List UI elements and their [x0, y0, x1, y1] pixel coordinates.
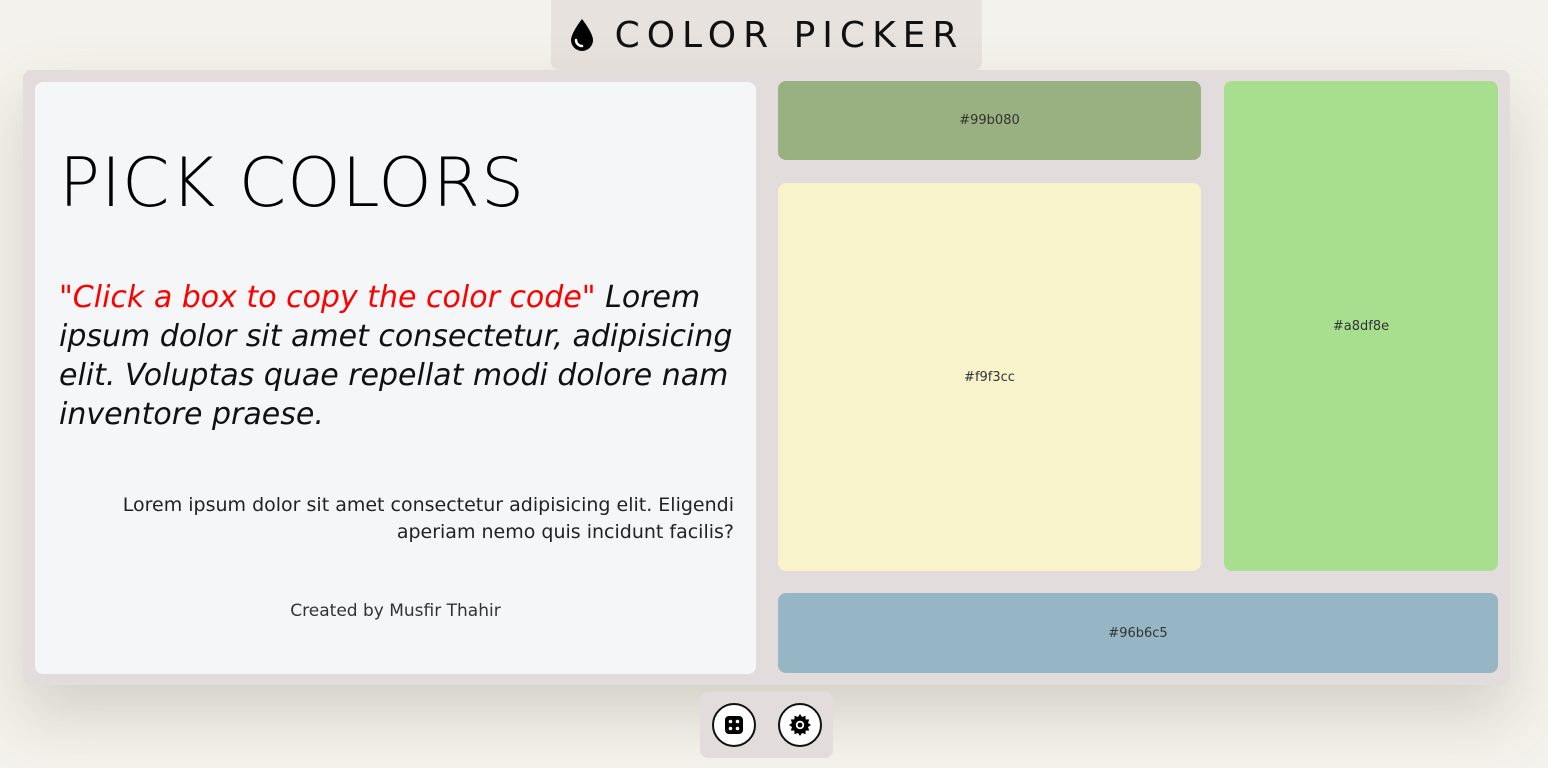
description-paragraph: Lorem ipsum dolor sit amet consectetur a… — [122, 494, 734, 543]
info-card: PICK COLORS "Click a box to copy the col… — [35, 82, 756, 674]
instruction-quote: "Click a box to copy the color code" Lor… — [59, 278, 739, 434]
app-header: COLOR PICKER — [551, 0, 982, 70]
author-credit: Created by Musfir Thahir — [290, 601, 501, 621]
dice-icon — [724, 716, 743, 734]
randomize-button[interactable] — [711, 703, 756, 747]
swatch-code: #f9f3cc — [964, 369, 1015, 385]
app-title: COLOR PICKER — [614, 14, 965, 56]
color-swatch[interactable]: #96b6c5 — [778, 593, 1498, 673]
gear-icon — [788, 714, 811, 736]
page-title: PICK COLORS — [59, 144, 526, 223]
settings-button[interactable] — [777, 703, 822, 747]
footer-toolbar — [700, 692, 833, 758]
color-swatch[interactable]: #f9f3cc — [778, 183, 1201, 571]
color-swatch[interactable]: #99b080 — [778, 81, 1201, 160]
drop-icon — [570, 19, 593, 51]
instruction-highlight: "Click a box to copy the color code" — [59, 280, 596, 315]
swatch-code: #99b080 — [959, 113, 1020, 128]
swatch-code: #a8df8e — [1332, 318, 1390, 334]
color-swatch[interactable]: #a8df8e — [1224, 81, 1498, 571]
main-panel: PICK COLORS "Click a box to copy the col… — [23, 70, 1510, 685]
swatch-code: #96b6c5 — [1108, 625, 1168, 641]
